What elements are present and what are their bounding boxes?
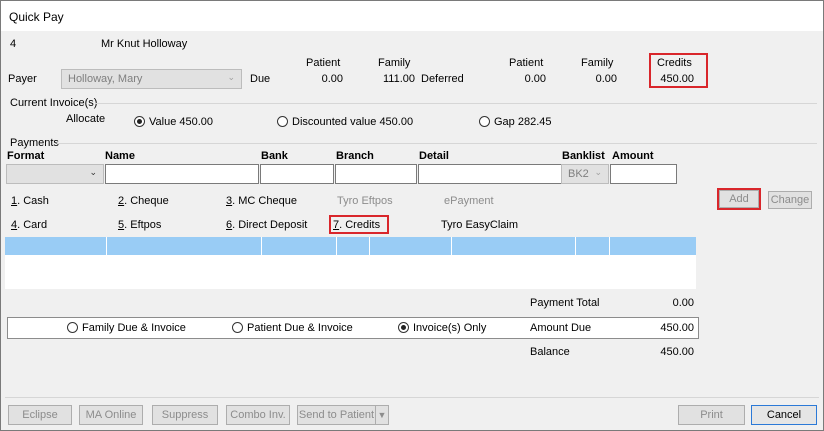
chevron-down-icon: ⌄ [227, 72, 235, 82]
credits-method-highlight [329, 215, 389, 234]
allocate-discounted-label: Discounted value 450.00 [292, 116, 414, 128]
payer-dropdown[interactable]: Holloway, Mary ⌄ [61, 69, 242, 89]
combo-inv-button[interactable]: Combo Inv. [226, 405, 290, 425]
title-bar: Quick Pay [1, 1, 823, 31]
allocate-value-radio[interactable]: Value 450.00 [134, 116, 213, 128]
header-patient-deferred: Patient [509, 57, 544, 69]
chevron-down-icon: ▼ [377, 410, 387, 420]
method-tyro-eftpos[interactable]: Tyro Eftpos [337, 195, 393, 207]
method-label: . Eftpos [124, 219, 162, 231]
family-due-label: Family Due & Invoice [82, 322, 186, 334]
method-epayment[interactable]: ePayment [444, 195, 494, 207]
due-family-value: 111.00 [382, 73, 415, 85]
method-label: . Cash [17, 195, 49, 207]
method-direct-deposit[interactable]: 6. Direct Deposit [226, 219, 307, 231]
deferred-label: Deferred [421, 73, 464, 85]
payment-grid-selected-row[interactable] [5, 237, 696, 255]
bank-input[interactable] [260, 164, 334, 184]
format-dropdown[interactable]: ⌄ [6, 164, 104, 184]
method-label: . Card [17, 219, 48, 231]
payment-total-label: Payment Total [530, 297, 600, 309]
allocate-discounted-radio[interactable]: Discounted value 450.00 [277, 116, 413, 128]
name-input[interactable] [105, 164, 259, 184]
patient-due-radio[interactable]: Patient Due & Invoice [232, 322, 353, 334]
allocate-gap-label: Gap 282.45 [494, 116, 552, 128]
banklist-dropdown[interactable]: BK2 ⌄ [561, 164, 609, 184]
col-name: Name [105, 150, 135, 162]
method-tyro-easyclaim[interactable]: Tyro EasyClaim [441, 219, 518, 231]
header-patient-due: Patient [306, 57, 341, 69]
payment-grid[interactable] [5, 255, 696, 289]
radio-icon [398, 322, 409, 333]
group-divider [57, 143, 817, 144]
method-cheque[interactable]: 2. Cheque [118, 195, 169, 207]
method-label: . MC Cheque [232, 195, 297, 207]
current-invoices-label: Current Invoice(s) [10, 97, 98, 109]
suppress-button[interactable]: Suppress [152, 405, 218, 425]
eclipse-button[interactable]: Eclipse [8, 405, 72, 425]
col-format: Format [7, 150, 45, 162]
radio-icon [134, 116, 145, 127]
col-detail: Detail [419, 150, 449, 162]
radio-icon [67, 322, 78, 333]
banklist-value: BK2 [568, 168, 589, 180]
payer-value: Holloway, Mary [68, 73, 143, 85]
due-patient-value: 0.00 [321, 73, 343, 85]
send-to-patient-dropdown[interactable]: ▼ [375, 405, 389, 425]
allocate-gap-radio[interactable]: Gap 282.45 [479, 116, 552, 128]
print-button[interactable]: Print [678, 405, 745, 425]
amount-due-value: 450.00 [660, 322, 694, 334]
deferred-patient-value: 0.00 [524, 73, 546, 85]
window-title: Quick Pay [9, 10, 64, 24]
col-banklist: Banklist [562, 150, 605, 162]
method-mc-cheque[interactable]: 3. MC Cheque [226, 195, 297, 207]
deferred-family-value: 0.00 [595, 73, 617, 85]
due-label: Due [250, 73, 271, 85]
amount-due-label: Amount Due [530, 322, 592, 334]
cancel-button[interactable]: Cancel [751, 405, 817, 425]
send-to-patient-button[interactable]: Send to Patient [297, 405, 376, 425]
branch-input[interactable] [335, 164, 417, 184]
chevron-down-icon: ⌄ [594, 167, 602, 177]
radio-icon [277, 116, 288, 127]
method-eftpos[interactable]: 5. Eftpos [118, 219, 161, 231]
family-due-radio[interactable]: Family Due & Invoice [67, 322, 186, 334]
payment-total-value: 0.00 [672, 297, 694, 309]
footer-divider [5, 397, 819, 398]
change-button[interactable]: Change [768, 191, 812, 209]
quick-pay-window: Quick Pay 4 Mr Knut Holloway Patient Fam… [0, 0, 824, 431]
method-card[interactable]: 4. Card [11, 219, 47, 231]
method-label: . Cheque [124, 195, 169, 207]
invoices-only-radio[interactable]: Invoice(s) Only [398, 322, 486, 334]
add-button[interactable]: Add [719, 190, 759, 208]
allocate-value-label: Value 450.00 [149, 116, 214, 128]
header-family-due: Family [378, 57, 411, 69]
ma-online-button[interactable]: MA Online [79, 405, 143, 425]
header-family-deferred: Family [581, 57, 614, 69]
credits-value: 450.00 [660, 73, 694, 85]
payer-label: Payer [8, 73, 37, 85]
col-amount: Amount [612, 150, 654, 162]
balance-value: 450.00 [660, 346, 694, 358]
patient-number: 4 [10, 38, 17, 50]
method-cash[interactable]: 1. Cash [11, 195, 49, 207]
group-divider [95, 103, 817, 104]
patient-due-label: Patient Due & Invoice [247, 322, 353, 334]
balance-label: Balance [530, 346, 570, 358]
col-branch: Branch [336, 150, 374, 162]
patient-name: Mr Knut Holloway [101, 38, 188, 50]
col-bank: Bank [261, 150, 288, 162]
payments-label: Payments [10, 137, 59, 149]
invoices-only-label: Invoice(s) Only [413, 322, 487, 334]
radio-icon [479, 116, 490, 127]
amount-input[interactable] [610, 164, 677, 184]
allocate-label: Allocate [66, 113, 106, 125]
radio-icon [232, 322, 243, 333]
method-label: . Direct Deposit [232, 219, 308, 231]
detail-input[interactable] [418, 164, 578, 184]
chevron-down-icon: ⌄ [89, 167, 97, 177]
